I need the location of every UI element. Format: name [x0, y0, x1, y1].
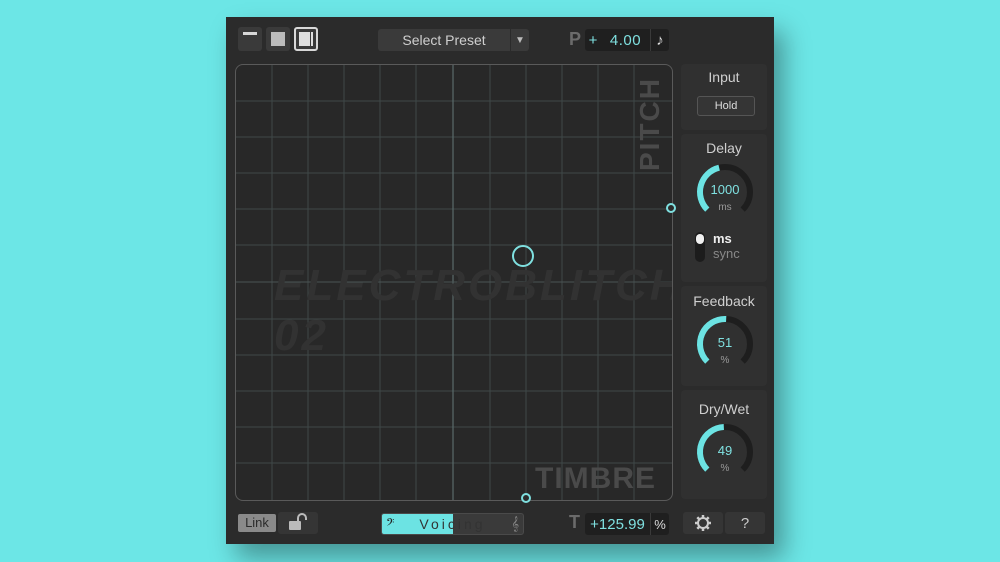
delay-mode-ms[interactable]: ms: [713, 231, 732, 246]
pitch-edge-handle[interactable]: [666, 203, 676, 213]
drywet-section: Dry/Wet 49 %: [681, 390, 767, 499]
delay-mode-sync[interactable]: sync: [713, 246, 740, 261]
large-view-icon-bar: [311, 32, 313, 46]
preset-selector[interactable]: Select Preset ▼: [378, 29, 529, 51]
timbre-axis-label: TIMBRE: [535, 462, 656, 495]
delay-section: Delay 1000 ms ms sync: [681, 134, 767, 282]
xy-pad-handle[interactable]: [512, 245, 534, 267]
pitch-value-field[interactable]: + 4.00 ♪: [585, 29, 669, 51]
drywet-knob[interactable]: 49 %: [695, 422, 755, 482]
drywet-unit: %: [720, 463, 730, 474]
feedback-section: Feedback 51 %: [681, 286, 767, 386]
pitch-letter: P: [569, 29, 582, 49]
voicing-slider[interactable]: 𝄢 Voicing 𝄞: [381, 513, 524, 535]
medium-view-icon: [271, 32, 285, 46]
timbre-edge-handle[interactable]: [521, 493, 531, 503]
xy-pad[interactable]: ELECTROBLITCH 02 PITCH TIMBRE: [235, 64, 673, 501]
feedback-knob[interactable]: 51 %: [695, 314, 755, 374]
pitch-sign: +: [588, 31, 598, 49]
help-button[interactable]: ?: [725, 512, 765, 534]
delay-knob[interactable]: 1000 ms: [695, 162, 755, 222]
drywet-value: 49: [717, 443, 733, 458]
drywet-title: Dry/Wet: [698, 401, 750, 417]
feedback-value: 51: [717, 335, 733, 350]
medium-view-button[interactable]: [266, 27, 290, 51]
feedback-unit: %: [720, 355, 730, 366]
minimal-view-button[interactable]: [238, 27, 262, 51]
timbre-value: +125.99: [590, 515, 645, 533]
side-panel: Input Hold Delay 1000 ms ms sync Feedbac…: [681, 64, 767, 499]
settings-button[interactable]: [683, 512, 723, 534]
minimal-view-icon: [243, 32, 257, 35]
input-section: Input Hold: [681, 64, 767, 130]
gear-icon: [695, 515, 711, 531]
treble-clef-icon: 𝄞: [511, 516, 519, 531]
large-view-button[interactable]: [294, 27, 318, 51]
input-title: Input: [708, 69, 740, 85]
delay-title: Delay: [706, 140, 742, 156]
chevron-down-icon[interactable]: ▼: [510, 29, 529, 51]
plugin-window: Select Preset ▼ P + 4.00 ♪ ELECTROBLITCH…: [226, 17, 774, 544]
feedback-title: Feedback: [693, 293, 755, 309]
delay-mode-toggle[interactable]: [695, 232, 705, 262]
music-note-icon[interactable]: ♪: [650, 29, 669, 51]
pitch-axis-label: PITCH: [634, 77, 665, 171]
delay-value: 1000: [710, 182, 740, 197]
delay-unit: ms: [718, 202, 732, 213]
logo-watermark: ELECTROBLITCH 02: [274, 261, 673, 360]
preset-label: Select Preset: [402, 32, 486, 48]
link-button[interactable]: Link: [238, 514, 276, 532]
view-size-buttons: [238, 27, 318, 51]
hold-button[interactable]: Hold: [697, 96, 755, 116]
timbre-value-field[interactable]: +125.99 %: [585, 513, 669, 535]
toggle-knob: [696, 234, 704, 244]
timbre-unit[interactable]: %: [650, 513, 669, 535]
large-view-icon: [299, 32, 310, 46]
unlock-icon: [289, 513, 307, 530]
lock-button[interactable]: [278, 512, 318, 534]
timbre-letter: T: [569, 512, 580, 532]
voicing-label: Voicing: [419, 516, 486, 532]
pitch-value: 4.00: [609, 31, 642, 49]
